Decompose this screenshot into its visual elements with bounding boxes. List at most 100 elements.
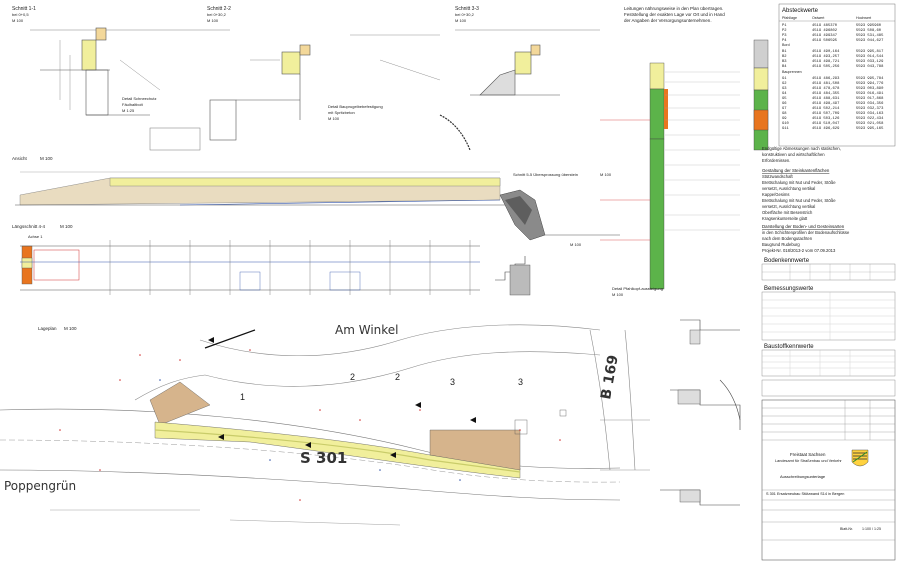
svg-text:1: 1 [240,392,245,402]
stakeout-cell: P1 [782,24,787,28]
stakeout-cell: 4519 490,164 [812,50,840,54]
stakeout-cell: 4519 478,678 [812,87,840,91]
note-2-line-3: Kappe/Gesims [762,192,789,197]
stakeout-cell: 5593 995,817 [856,50,883,54]
stakeout-group-3-label: Bauprennen [782,70,802,74]
tb-scale: 1:100 / 1:25 [862,527,881,531]
note-2-line-6: Oberfläche mit Besenstrich [762,210,813,215]
stakeout-cell: 5593 003,890 [856,87,884,91]
street-am-winkel: Am Winkel [335,323,399,337]
design-table-title: Bemessungswerte [764,286,814,292]
note-2-heading: Gestaltung der Steinkantenflächen [762,168,830,173]
stakeout-cell: 5593 014,544 [856,55,884,59]
borehole-column-right [753,39,769,151]
section-1-1-scale: M 100 [12,18,24,23]
pile-detail-title: Detail Pfahlkopf-aussteigung [612,286,663,291]
stakeout-cell: 5593 032,373 [856,107,884,111]
section-3-3-sub: bei 0+30,2 [455,12,475,17]
detail-snow-title: Detail Schneechutz [122,96,156,101]
long-title: Längsschnitt 4-4 [12,224,46,229]
stakeout-cell: 4519 503,126 [812,117,840,121]
section-3-3-scale: M 100 [455,18,467,23]
stakeout-cell: 4519 488,631 [812,97,840,101]
drawing-sheet: Schnitt 1-1 bei 0+0,5 M 100 Schnitt 2-2 … [0,0,900,564]
stakeout-cell: 4519 507,709 [812,112,840,116]
pile-detail-scale: M 100 [612,292,624,297]
detail-snow-sub: Fäulhaltbolt [122,102,144,107]
stakeout-cell: P2 [782,29,787,33]
stakeout-cell: 4519 502,214 [812,107,840,111]
section-2-2-sub: bei 0+30,2 [207,12,227,17]
stakeout-cell: 5593 531,485 [856,34,884,38]
stakeout-cell: G6 [782,102,787,106]
section-2-2-scale: M 100 [207,18,219,23]
stakeout-cell: G9 [782,117,787,121]
tb-office: Landesamt für Straßenbau und Verkehr [775,459,842,463]
stakeout-cell: G10 [782,122,790,126]
note-1-line-1: Endgültige Abmessungen nach statischen, [762,146,841,151]
stakeout-cell: G5 [782,97,787,101]
stakeout-cell: 5593 016,491 [856,92,884,96]
note-2-subheading: Stützwandschaft [762,174,794,179]
detail-anchor-title: Detail Bauprugelbebefestigung [328,104,383,109]
note-1-line-3: Erfordernissen. [762,158,790,163]
stakeout-cell: 5593 995960 [856,24,882,28]
axis-label: Achse 1 [28,234,43,239]
svg-text:3: 3 [450,377,455,387]
note-2-line-7: Kragsenkunterseite glatt [762,216,808,221]
svg-text:3: 3 [518,377,523,387]
utilities-note: Leitungen nährungsweise in den Plan über… [624,6,725,23]
note-3-heading: Darstellung der Boden- und Gesteinsarten [762,224,845,229]
stakeout-cell: 4519 506595 [812,39,838,43]
tb-sheet-label: Blatt-Nr. [840,527,853,531]
soil-table-title: Bodenkennwerte [764,258,810,264]
stakeout-cell: 5593 994,776 [856,82,884,86]
stakeout-cell: B1 [782,50,787,54]
site-plan-title: Lageplan [38,326,57,331]
tb-project: S 301 Ersatzneubau Stützwand S14 in Berg… [766,492,844,496]
stakeout-col-3: Hochwert [856,16,871,20]
stair-scale: M 100 [570,242,582,247]
stakeout-cell: 4519 496802 [812,29,838,33]
place-poppengruen: Poppengrün [4,479,76,493]
note-2-line-4: Brettschalung mit Nut und Feder, Stöße [762,198,836,203]
stakeout-col-1: Pfahllage [782,16,797,20]
note-2-line-1: Brettschalung mit Nut und Feder, Stöße [762,180,836,185]
section-5-5-title: Schnitt 5-5 Übersprossung überstein [513,172,578,177]
stakeout-cell: 5593 017,868 [856,97,884,101]
stakeout-cell: 4519 496,629 [812,127,840,131]
svg-text:2: 2 [395,372,400,382]
stakeout-cell: B4 [782,65,787,69]
stakeout-cell: G3 [782,87,787,91]
detail-anchor-scale: M 100 [328,116,340,121]
stakeout-col-2: Ostwert [812,16,824,20]
note-3-line-3: Baugrund Rudeburg [762,242,800,247]
site-plan-scale: M 100 [64,326,77,331]
section-1-1-sub: bei 0+0,5 [12,12,29,17]
stakeout-cell: G8 [782,112,787,116]
note-2-line-2: versetzt, Ausrichtung vertikal [762,186,815,191]
note-2-line-5: versetzt, Ausrichtung vertikal [762,204,815,209]
stakeout-cell: 4519 481,508 [812,82,840,86]
material-table-title: Baustoffkennwerte [764,344,814,350]
long-scale: M 100 [60,224,73,229]
utilities-note-line-1: Leitungen nährungsweise in den Plan über… [624,6,723,11]
stakeout-cell: 4519 484,355 [812,92,840,96]
elevation-title: Ansicht [12,156,28,161]
stakeout-cell: 4519 498,721 [812,60,840,64]
stakeout-cell: 5593 022,434 [856,117,884,121]
elevation-scale: M 100 [40,156,53,161]
stakeout-cell: 4519 499347 [812,34,837,38]
stakeout-cell: G7 [782,107,787,111]
stakeout-cell: 4519 510,047 [812,122,839,126]
stakeout-title: Absteckwerte [782,8,819,14]
stakeout-cell: 4519 485370 [812,24,838,28]
stakeout-cell: 5593 034,356 [856,102,884,106]
stakeout-cell: 4519 498,497 [812,102,839,106]
title-block: Freistaat Sachsen Landesamt für Straßenb… [761,399,896,561]
stakeout-cell: 5593 508,60 [856,29,882,33]
note-1-line-2: konstruktiven und wirtschaftlichen [762,152,825,157]
stakeout-cell: 4519 486,293 [812,77,840,81]
stakeout-cell: 5593 995,784 [856,77,884,81]
stakeout-cell: P3 [782,34,787,38]
